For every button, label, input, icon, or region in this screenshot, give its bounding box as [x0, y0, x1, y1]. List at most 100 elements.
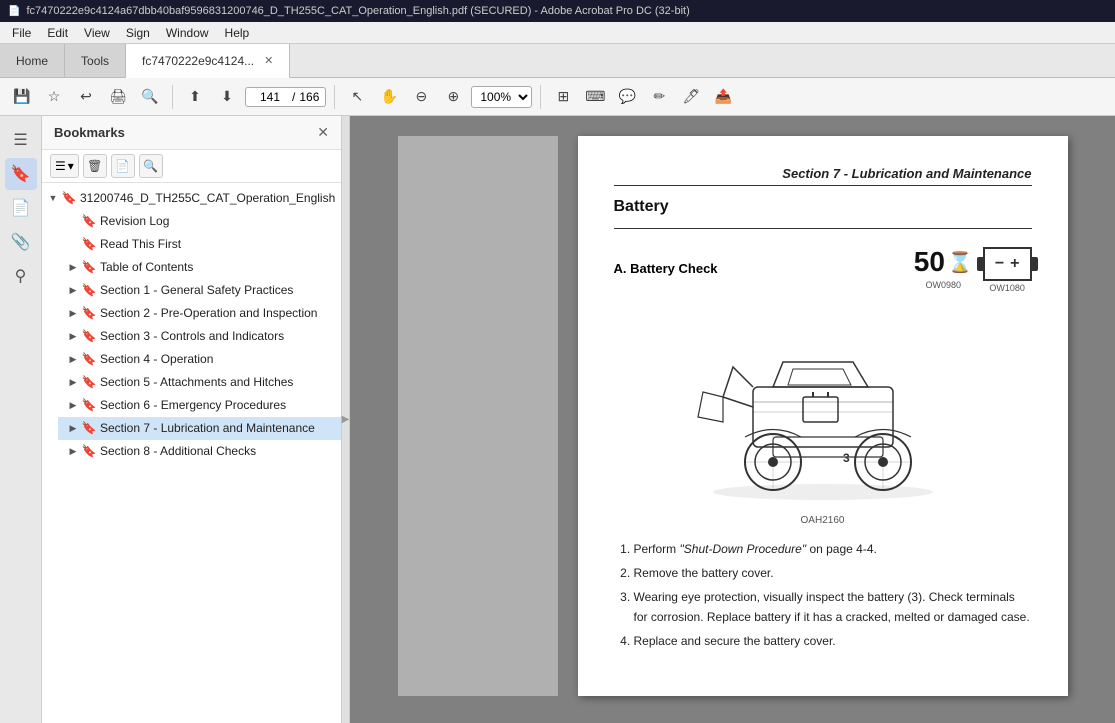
bookmark-root-item[interactable]: ▼ 🔖 31200746_D_TH255C_CAT_Operation_Engl…	[42, 187, 341, 210]
sidebar-nav-icon[interactable]: ☰	[5, 124, 37, 156]
bookmark-section-1[interactable]: ▶ 🔖 Section 1 - General Safety Practices	[58, 279, 341, 302]
bookmarks-title: Bookmarks	[54, 125, 125, 140]
bookmark-revision-log[interactable]: 🔖 Revision Log	[58, 210, 341, 233]
comment-button[interactable]: 💬	[613, 83, 641, 111]
highlight-button[interactable]: ✏	[645, 83, 673, 111]
sidebar-pages-icon[interactable]: 📄	[5, 192, 37, 224]
zoom-out-button[interactable]: ⊖	[407, 83, 435, 111]
toolbar-sep-3	[540, 85, 541, 109]
bookmarks-children: 🔖 Revision Log 🔖 Read This First ▶ 🔖 Tab…	[42, 210, 341, 463]
expand-icon-s2: ▶	[66, 306, 80, 322]
tab-document[interactable]: fc7470222e9c4124... ✕	[126, 44, 290, 78]
bookmark-section-7[interactable]: ▶ 🔖 Section 7 - Lubrication and Maintena…	[58, 417, 341, 440]
bookmarks-header: Bookmarks ✕	[42, 116, 341, 150]
main-area: ☰ 🔖 📄 📎 ⚲ Bookmarks ✕ ☰ ▾ 🗑 📄 🔍 ▼ 🔖 3120…	[0, 116, 1115, 723]
battery-number: 50	[914, 246, 945, 278]
title-bar-text: fc7470222e9c4124a67dbb40baf9596831200746…	[26, 5, 689, 17]
root-label: 31200746_D_TH255C_CAT_Operation_English	[80, 190, 335, 207]
instruction-2: Remove the battery cover.	[634, 564, 1032, 583]
pdf-divider	[614, 228, 1032, 229]
menu-help[interactable]: Help	[217, 24, 258, 42]
bookmark-section-6[interactable]: ▶ 🔖 Section 6 - Emergency Procedures	[58, 394, 341, 417]
bookmarks-new-button[interactable]: 📄	[111, 154, 135, 178]
prev-page-button[interactable]: ⬆	[181, 83, 209, 111]
bookmark-icon-2: 🔖	[82, 237, 96, 253]
bookmarks-panel: Bookmarks ✕ ☰ ▾ 🗑 📄 🔍 ▼ 🔖 31200746_D_TH2…	[42, 116, 342, 723]
back-button[interactable]: ↩	[72, 83, 100, 111]
expand-icon-s4: ▶	[66, 352, 80, 368]
bookmark-section-3[interactable]: ▶ 🔖 Section 3 - Controls and Indicators	[58, 325, 341, 348]
bookmark-icon-s1: 🔖	[82, 283, 96, 299]
total-pages: 166	[299, 90, 319, 104]
tab-tools-label: Tools	[81, 54, 109, 68]
instruction-1: Perform "Shut-Down Procedure" on page 4-…	[634, 540, 1032, 559]
sidebar-attachments-icon[interactable]: 📎	[5, 226, 37, 258]
bookmarks-delete-button[interactable]: 🗑	[83, 154, 107, 178]
search-button[interactable]: 🔍	[136, 83, 164, 111]
sidebar-icons: ☰ 🔖 📄 📎 ⚲	[0, 116, 42, 723]
bookmark-table-of-contents[interactable]: ▶ 🔖 Table of Contents	[58, 256, 341, 279]
bookmark-section-4[interactable]: ▶ 🔖 Section 4 - Operation	[58, 348, 341, 371]
battery-plus-icon: +	[1010, 255, 1019, 273]
share-button[interactable]: 📤	[709, 83, 737, 111]
menu-view[interactable]: View	[76, 24, 118, 42]
panel-resize-handle[interactable]: ▶	[342, 116, 350, 723]
expand-icon-s8: ▶	[66, 444, 80, 460]
bookmark-button[interactable]: ☆	[40, 83, 68, 111]
hourglass-icon: ⌛	[948, 250, 973, 275]
save-button[interactable]: 💾	[8, 83, 36, 111]
tab-home-label: Home	[16, 54, 48, 68]
bookmark-label-s3: Section 3 - Controls and Indicators	[100, 328, 284, 345]
machine-illustration: 3	[614, 307, 1032, 507]
tab-tools[interactable]: Tools	[65, 44, 126, 77]
page-input[interactable]	[252, 90, 288, 104]
expand-icon-toc: ▶	[66, 260, 80, 276]
expand-placeholder-1	[66, 214, 80, 230]
battery-symbol-group: − + OW1080	[983, 243, 1032, 293]
fit-page-button[interactable]: ⊞	[549, 83, 577, 111]
zoom-select[interactable]: 100% 75% 125% 150%	[471, 86, 532, 108]
app-icon: 📄	[8, 6, 20, 17]
menu-sign[interactable]: Sign	[118, 24, 158, 42]
next-page-button[interactable]: ⬇	[213, 83, 241, 111]
menu-window[interactable]: Window	[158, 24, 217, 42]
menu-edit[interactable]: Edit	[39, 24, 76, 42]
bookmark-label-s6: Section 6 - Emergency Procedures	[100, 397, 286, 414]
battery-minus-icon: −	[995, 255, 1004, 273]
sidebar-bookmarks-icon[interactable]: 🔖	[5, 158, 37, 190]
bookmark-section-5[interactable]: ▶ 🔖 Section 5 - Attachments and Hitches	[58, 371, 341, 394]
battery-50-box: 50 ⌛	[914, 246, 973, 278]
pdf-page-left	[398, 136, 558, 696]
tab-home[interactable]: Home	[0, 44, 65, 77]
bookmark-icon-3: 🔖	[82, 260, 96, 276]
bookmark-section-8[interactable]: ▶ 🔖 Section 8 - Additional Checks	[58, 440, 341, 463]
bookmarks-search-button[interactable]: 🔍	[139, 154, 163, 178]
bookmark-icon-s2: 🔖	[82, 306, 96, 322]
expand-icon-s3: ▶	[66, 329, 80, 345]
expand-placeholder-2	[66, 237, 80, 253]
bookmark-label-2: Read This First	[100, 236, 181, 253]
zoom-in-button[interactable]: ⊕	[439, 83, 467, 111]
bookmark-read-this-first[interactable]: 🔖 Read This First	[58, 233, 341, 256]
instruction-4: Replace and secure the battery cover.	[634, 632, 1032, 651]
svg-text:3: 3	[843, 451, 850, 465]
page-separator: /	[292, 90, 295, 104]
hand-tool-button[interactable]: ✋	[375, 83, 403, 111]
tab-close-button[interactable]: ✕	[264, 54, 273, 67]
bookmark-label-s5: Section 5 - Attachments and Hitches	[100, 374, 293, 391]
bookmark-section-2[interactable]: ▶ 🔖 Section 2 - Pre-Operation and Inspec…	[58, 302, 341, 325]
bookmarks-toolbar: ☰ ▾ 🗑 📄 🔍	[42, 150, 341, 183]
rotate-button[interactable]: ⌨	[581, 83, 609, 111]
battery-terminal-right	[1032, 257, 1038, 271]
cursor-tool-button[interactable]: ↖	[343, 83, 371, 111]
page-nav: / 166	[245, 87, 326, 107]
machine-svg: 3	[673, 307, 973, 507]
menu-file[interactable]: File	[4, 24, 39, 42]
bookmarks-options-dropdown[interactable]: ☰ ▾	[50, 154, 79, 178]
sign-button[interactable]: 🖊	[677, 83, 705, 111]
pdf-section-header: Section 7 - Lubrication and Maintenance	[614, 166, 1032, 186]
bookmark-icon-s8: 🔖	[82, 444, 96, 460]
bookmarks-close-button[interactable]: ✕	[317, 124, 329, 141]
sidebar-layers-icon[interactable]: ⚲	[5, 260, 37, 292]
print-button[interactable]: 🖨	[104, 83, 132, 111]
